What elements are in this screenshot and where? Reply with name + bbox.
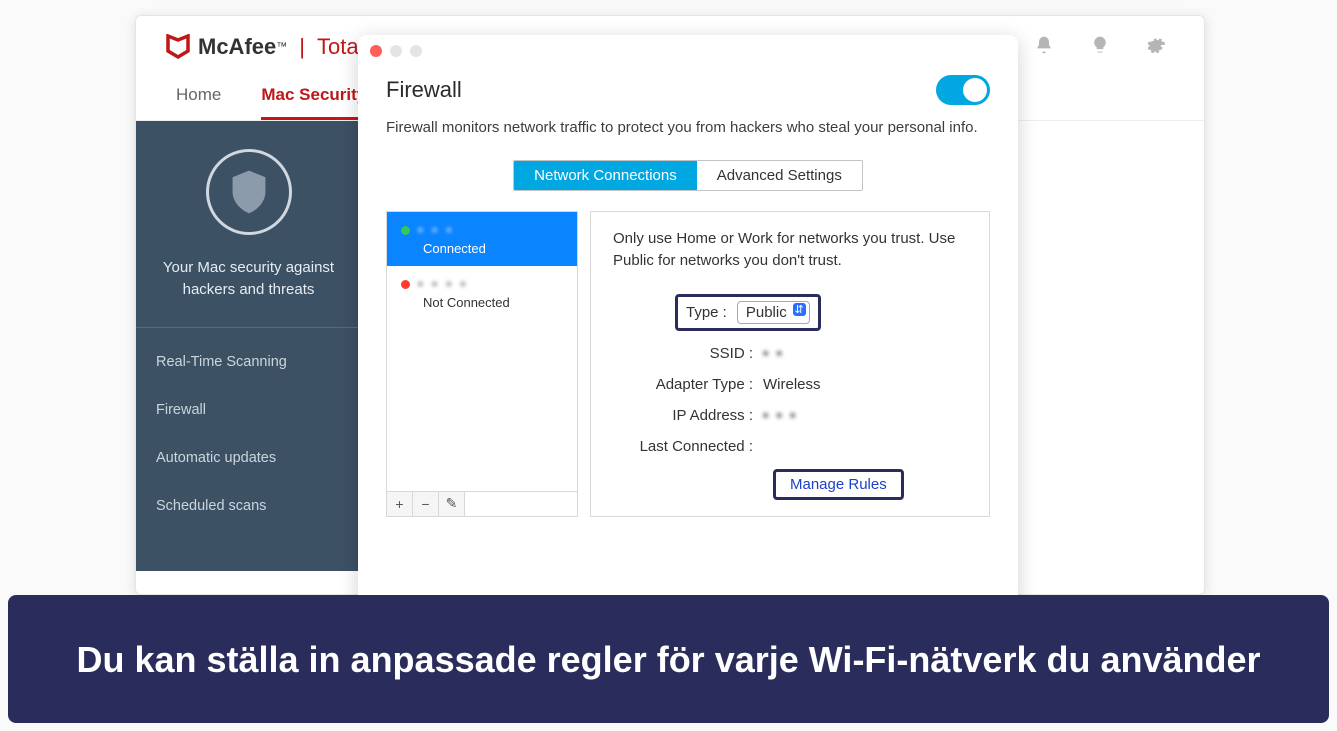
adapter-label: Adapter Type : — [613, 376, 763, 393]
caption-bar: Du kan ställa in anpassade regler för va… — [8, 595, 1329, 723]
firewall-title: Firewall — [386, 77, 462, 103]
brand-divider: | — [299, 34, 305, 60]
network-item-not-connected[interactable]: ▪ ▪ ▪ ▪ Not Connected — [387, 266, 577, 320]
network-status: Not Connected — [401, 295, 563, 310]
shield-ring-icon — [206, 149, 292, 235]
tab-mac-security[interactable]: Mac Security — [261, 85, 366, 120]
mcafee-logo-icon — [166, 34, 190, 60]
sidebar: Your Mac security against hackers and th… — [136, 121, 361, 571]
type-select[interactable]: Public — [737, 301, 810, 324]
network-status: Connected — [401, 241, 563, 256]
network-name: ▪ ▪ ▪ — [418, 222, 454, 237]
minimize-icon[interactable] — [390, 45, 402, 57]
network-detail-panel: Only use Home or Work for networks you t… — [590, 211, 990, 517]
lightbulb-icon[interactable] — [1090, 35, 1118, 60]
adapter-value: Wireless — [763, 376, 967, 393]
type-highlight-box: Type : Public — [675, 294, 821, 331]
network-list: ▪ ▪ ▪ Connected ▪ ▪ ▪ ▪ Not Connected + … — [386, 211, 578, 517]
status-dot-green-icon — [401, 226, 410, 235]
sidebar-item-realtime[interactable]: Real-Time Scanning — [136, 338, 361, 386]
brand-product: Total — [317, 34, 363, 60]
brand-tm: ™ — [276, 41, 287, 53]
type-label: Type : — [686, 304, 727, 321]
firewall-toggle[interactable] — [936, 75, 990, 105]
sidebar-hero: Your Mac security against hackers and th… — [136, 121, 361, 328]
ssid-value: ▪ ▪ — [763, 345, 967, 362]
tab-network-connections[interactable]: Network Connections — [514, 161, 697, 190]
network-name: ▪ ▪ ▪ ▪ — [418, 276, 468, 291]
sidebar-item-firewall[interactable]: Firewall — [136, 386, 361, 434]
bell-icon[interactable] — [1034, 35, 1062, 60]
ip-label: IP Address : — [613, 407, 763, 424]
close-icon[interactable] — [370, 45, 382, 57]
window-traffic-lights — [358, 35, 1018, 67]
firewall-tabset: Network Connections Advanced Settings — [513, 160, 863, 191]
maximize-icon[interactable] — [410, 45, 422, 57]
tab-advanced-settings[interactable]: Advanced Settings — [697, 161, 862, 190]
tab-home[interactable]: Home — [176, 85, 221, 120]
last-connected-label: Last Connected : — [613, 438, 763, 455]
gear-icon[interactable] — [1146, 35, 1174, 60]
add-network-button[interactable]: + — [387, 492, 413, 516]
ssid-label: SSID : — [613, 345, 763, 362]
remove-network-button[interactable]: − — [413, 492, 439, 516]
caption-text: Du kan ställa in anpassade regler för va… — [76, 637, 1260, 682]
firewall-window: Firewall Firewall monitors network traff… — [358, 35, 1018, 610]
edit-network-button[interactable]: ✎ — [439, 492, 465, 516]
manage-rules-button[interactable]: Manage Rules — [773, 469, 904, 500]
brand-name: McAfee — [198, 34, 276, 60]
sidebar-hero-text: Your Mac security against hackers and th… — [150, 257, 347, 301]
sidebar-item-scans[interactable]: Scheduled scans — [136, 482, 361, 530]
network-advice: Only use Home or Work for networks you t… — [613, 228, 967, 272]
network-item-connected[interactable]: ▪ ▪ ▪ Connected — [387, 212, 577, 266]
ip-value: ▪ ▪ ▪ — [763, 407, 967, 424]
sidebar-item-updates[interactable]: Automatic updates — [136, 434, 361, 482]
status-dot-red-icon — [401, 280, 410, 289]
firewall-description: Firewall monitors network traffic to pro… — [358, 119, 1018, 152]
network-list-footer: + − ✎ — [387, 491, 577, 516]
